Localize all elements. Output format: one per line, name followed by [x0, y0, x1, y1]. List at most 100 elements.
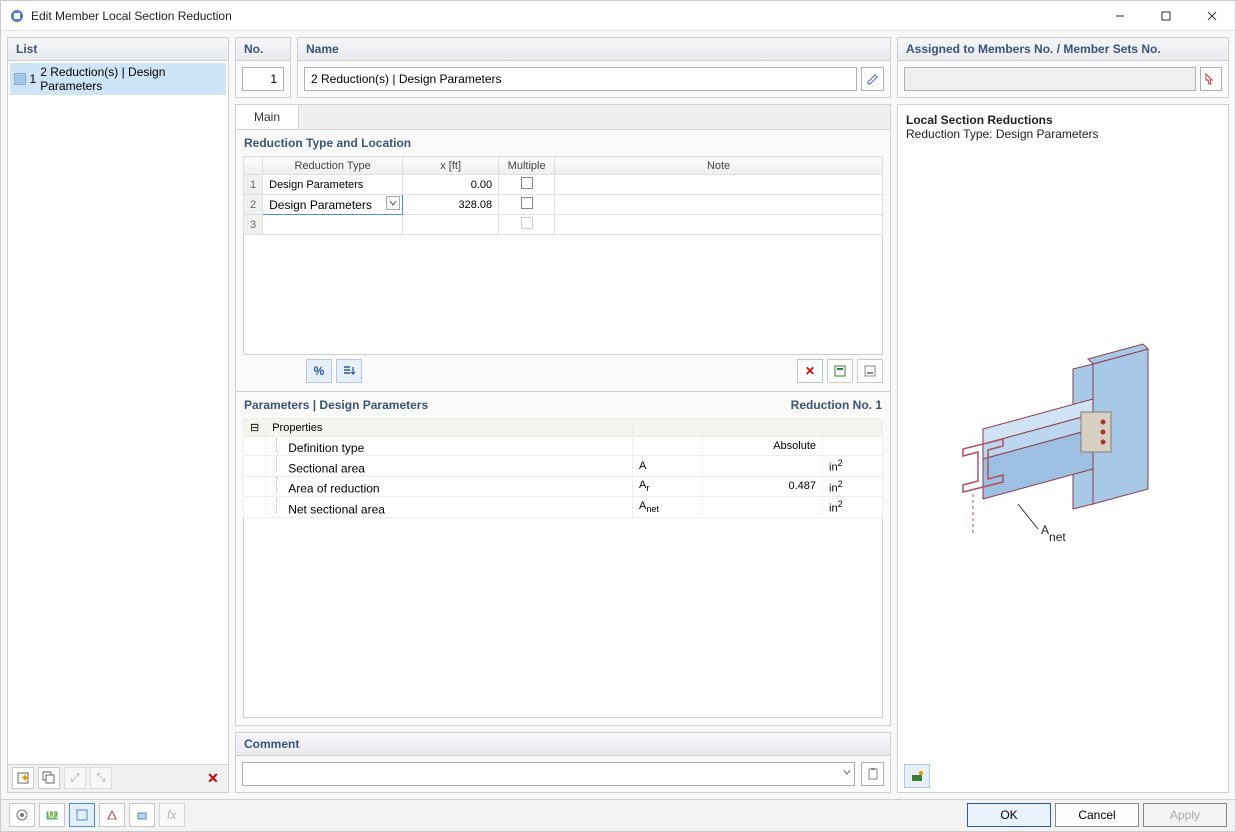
view-2-button[interactable]: [99, 803, 125, 827]
cell-type[interactable]: Design Parameters: [263, 175, 403, 195]
prop-label: Sectional area: [266, 456, 633, 477]
units-button[interactable]: 0.00: [39, 803, 65, 827]
cell-x[interactable]: 0.00: [403, 175, 499, 195]
ok-button[interactable]: OK: [967, 803, 1051, 827]
reduction-no-label: Reduction No. 1: [791, 398, 882, 412]
col-multiple[interactable]: Multiple: [499, 157, 555, 175]
close-window-button[interactable]: [1189, 1, 1235, 31]
delete-row-button[interactable]: ✕: [797, 359, 823, 383]
prop-value[interactable]: Absolute: [703, 437, 823, 456]
tab-strip: Main: [236, 105, 890, 130]
col-x[interactable]: x [ft]: [403, 157, 499, 175]
tab-main[interactable]: Main: [236, 105, 299, 129]
main-tab-box: Main Reduction Type and Location Reducti…: [235, 104, 891, 726]
props-empty: [243, 518, 883, 718]
name-group: Name 2 Reduction(s) | Design Parameters: [297, 37, 891, 98]
copy-button[interactable]: [38, 767, 60, 789]
name-label: Name: [298, 38, 890, 61]
prop-unit: [823, 437, 883, 456]
cell-multiple[interactable]: [499, 175, 555, 195]
number-group: No. 1: [235, 37, 291, 98]
exclude-button[interactable]: ⤡: [90, 767, 112, 789]
properties-group-label: Properties: [266, 419, 633, 437]
row-num: 2: [244, 195, 263, 215]
preview-settings-button[interactable]: [904, 764, 930, 788]
number-field[interactable]: 1: [242, 67, 284, 91]
window-controls: [1097, 1, 1235, 31]
location-title: Reduction Type and Location: [236, 130, 890, 156]
list-item[interactable]: 1 2 Reduction(s) | Design Parameters: [10, 63, 226, 95]
view-1-button[interactable]: [69, 803, 95, 827]
prop-value[interactable]: [703, 497, 823, 518]
prop-row: Net sectional area Anet in2: [244, 497, 883, 518]
location-table: Reduction Type x [ft] Multiple Note 1 De…: [243, 156, 883, 235]
prop-symbol: A: [633, 456, 703, 477]
svg-text:✦: ✦: [20, 771, 30, 785]
properties-table: ⊟ Properties Definition type Absolute Se…: [243, 418, 883, 518]
assigned-field[interactable]: [904, 67, 1196, 91]
chevron-down-icon[interactable]: [386, 196, 400, 210]
prop-unit: in2: [823, 476, 883, 497]
cell-note[interactable]: [555, 175, 883, 195]
table-row: 1 Design Parameters 0.00: [244, 175, 883, 195]
sort-button[interactable]: [336, 359, 362, 383]
svg-text:Anet: Anet: [1041, 523, 1066, 544]
checkbox-icon: [521, 217, 533, 229]
prop-row: Area of reduction Ar 0.487 in2: [244, 476, 883, 497]
cell-note[interactable]: [555, 215, 883, 235]
checkbox-icon[interactable]: [521, 197, 533, 209]
prop-value[interactable]: [703, 456, 823, 477]
apply-button[interactable]: Apply: [1143, 803, 1227, 827]
col-reduction-type[interactable]: Reduction Type: [263, 157, 403, 175]
export-button[interactable]: [827, 359, 853, 383]
location-table-empty: [243, 235, 883, 355]
edit-name-button[interactable]: [861, 67, 884, 91]
maximize-button[interactable]: [1143, 1, 1189, 31]
cell-note[interactable]: [555, 195, 883, 215]
collapse-icon[interactable]: ⊟: [244, 419, 266, 437]
view-3-button[interactable]: [129, 803, 155, 827]
cell-multiple[interactable]: [499, 215, 555, 235]
prop-value[interactable]: 0.487: [703, 476, 823, 497]
comment-field[interactable]: [242, 762, 855, 786]
help-button[interactable]: [9, 803, 35, 827]
params-header: Parameters | Design Parameters Reduction…: [236, 391, 890, 418]
comment-paste-button[interactable]: [861, 762, 884, 786]
cell-multiple[interactable]: [499, 195, 555, 215]
cancel-button[interactable]: Cancel: [1055, 803, 1139, 827]
preview-illustration: Anet: [898, 149, 1228, 760]
list-item-label: 2 Reduction(s) | Design Parameters: [40, 65, 222, 93]
preview-title: Local Section Reductions: [906, 113, 1220, 127]
prop-label: Definition type: [266, 437, 633, 456]
cell-type-value: Design Parameters: [269, 198, 372, 212]
col-note[interactable]: Note: [555, 157, 883, 175]
import-button[interactable]: [857, 359, 883, 383]
script-button[interactable]: fx: [159, 803, 185, 827]
app-window: Edit Member Local Section Reduction List…: [0, 0, 1236, 832]
row-num: 3: [244, 215, 263, 235]
cell-x[interactable]: [403, 215, 499, 235]
prop-symbol: Anet: [633, 497, 703, 518]
checkbox-icon[interactable]: [521, 177, 533, 189]
cell-type-dropdown[interactable]: Design Parameters: [263, 195, 403, 215]
svg-text:0.00: 0.00: [48, 808, 59, 821]
cell-type[interactable]: [263, 215, 403, 235]
include-button[interactable]: ⤢: [64, 767, 86, 789]
chevron-down-icon[interactable]: [842, 766, 852, 780]
assigned-group: Assigned to Members No. / Member Sets No…: [897, 37, 1229, 98]
percent-button[interactable]: %: [306, 359, 332, 383]
number-label: No.: [236, 38, 290, 61]
row-num: 1: [244, 175, 263, 195]
location-toolbar: % ✕: [236, 355, 890, 391]
dialog-footer: 0.00 fx OK Cancel Apply: [1, 799, 1235, 831]
table-row: 3: [244, 215, 883, 235]
name-field[interactable]: 2 Reduction(s) | Design Parameters: [304, 67, 857, 91]
list-item-num: 1: [30, 72, 37, 86]
delete-list-item-button[interactable]: ✕: [202, 767, 224, 789]
new-button[interactable]: ✦: [12, 767, 34, 789]
pick-members-button[interactable]: [1200, 67, 1222, 91]
cell-x[interactable]: 328.08: [403, 195, 499, 215]
svg-text:fx: fx: [167, 808, 177, 822]
minimize-button[interactable]: [1097, 1, 1143, 31]
assigned-label: Assigned to Members No. / Member Sets No…: [898, 38, 1228, 61]
